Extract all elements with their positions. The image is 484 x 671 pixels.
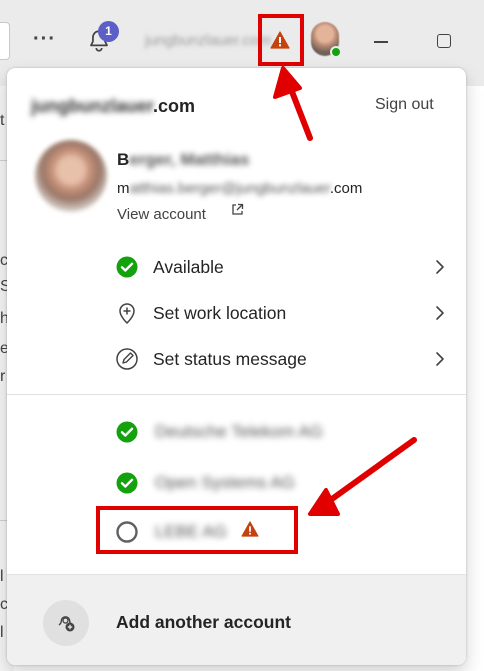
user-email-prefix: m: [117, 180, 130, 197]
external-link-icon: [232, 203, 244, 215]
tenant-name-blurred: jungbunzlauer: [31, 96, 154, 116]
other-account-name: Open Systems AG: [155, 473, 295, 492]
tenant-name-suffix: .com: [153, 96, 196, 116]
set-status-message-label: Set status message: [153, 349, 307, 369]
add-account-icon-circle: [43, 600, 89, 646]
status-available-label: Available: [153, 257, 224, 277]
user-name-blurred: erger, Matthias: [129, 150, 250, 169]
chevron-right-icon: [436, 306, 444, 320]
user-email: matthias.berger@jungbunzlauer.com: [117, 180, 362, 197]
profile-avatar[interactable]: [35, 140, 107, 212]
set-work-location-label: Set work location: [153, 303, 287, 323]
user-email-suffix: .com: [329, 180, 363, 197]
tenant-name: jungbunzlauer.com: [31, 96, 195, 117]
add-account-icon: [58, 616, 75, 632]
available-icon: [116, 256, 138, 278]
user-name-initial: B: [117, 150, 130, 169]
edit-status-icon: [116, 348, 138, 370]
location-icon: [119, 303, 135, 325]
presence-available-icon: [330, 46, 342, 58]
available-icon: [116, 472, 138, 494]
set-status-message-item[interactable]: Set status message: [115, 344, 455, 374]
user-email-blurred: atthias.berger@jungbunzlauer: [129, 180, 330, 197]
user-name: Berger, Matthias: [117, 150, 249, 170]
add-account-footer[interactable]: Add another account: [7, 574, 466, 665]
chevron-right-icon: [436, 260, 444, 274]
account-highlight-box: [96, 506, 298, 554]
minimize-icon[interactable]: [374, 41, 388, 43]
chevron-right-icon: [436, 352, 444, 366]
sign-out-link[interactable]: Sign out: [375, 96, 434, 114]
available-icon: [116, 421, 138, 443]
account-flyout: jungbunzlauer.com Sign out Berger, Matth…: [7, 68, 466, 665]
other-account-item[interactable]: Deutsche Telekom AG: [115, 417, 375, 447]
status-available-item[interactable]: Available: [115, 252, 455, 282]
notification-badge: 1: [98, 21, 119, 42]
view-account-link[interactable]: View account: [117, 206, 206, 223]
divider: [7, 394, 466, 395]
search-box-edge[interactable]: [0, 22, 10, 60]
add-another-account-label: Add another account: [116, 612, 292, 632]
org-name: jungbunzlauer.com: [145, 32, 271, 49]
warning-highlight-box: [258, 14, 304, 66]
set-work-location-item[interactable]: Set work location: [115, 298, 455, 328]
other-account-name: Deutsche Telekom AG: [155, 422, 323, 441]
other-account-item[interactable]: Open Systems AG: [115, 468, 375, 498]
more-icon[interactable]: ···: [33, 24, 56, 54]
maximize-icon[interactable]: [437, 34, 451, 48]
